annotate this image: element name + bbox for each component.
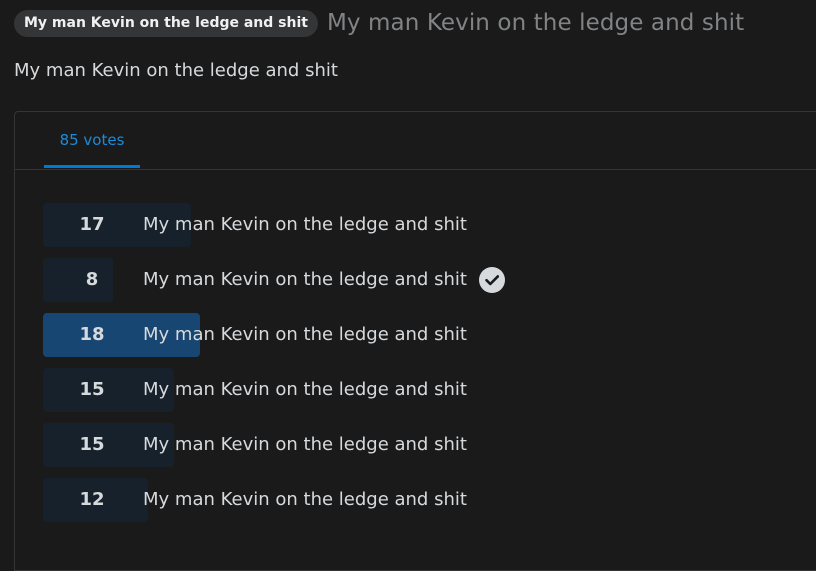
poll-options: 17 My man Kevin on the ledge and shit 8 My … (43, 203, 803, 533)
poll-option: 12 My man Kevin on the ledge and shit (43, 478, 803, 522)
poll-header: 85 votes (15, 112, 816, 170)
poll-option: 18 My man Kevin on the ledge and shit (43, 313, 803, 357)
poll-container: 85 votes 17 My man Kevin on the ledge and… (14, 111, 816, 571)
poll-option: 15 My man Kevin on the ledge and shit (43, 423, 803, 467)
poll-option: 15 My man Kevin on the ledge and shit (43, 368, 803, 412)
poll-option-label: My man Kevin on the ledge and shit (143, 379, 467, 400)
poll-option: 17 My man Kevin on the ledge and shit (43, 203, 803, 247)
poll-option-label: My man Kevin on the ledge and shit (143, 434, 467, 455)
poll-option-vote-count: 15 (79, 379, 105, 400)
poll-option: 8 My man Kevin on the ledge and shit (43, 258, 803, 302)
poll-option-vote-count: 8 (85, 269, 99, 290)
poll-option-vote-count: 12 (79, 489, 105, 510)
checkmark-circle-icon (479, 267, 505, 293)
votes-tab[interactable]: 85 votes (44, 112, 140, 168)
post-title[interactable]: My man Kevin on the ledge and shit (327, 10, 744, 36)
poll-option-label: My man Kevin on the ledge and shit (143, 214, 467, 235)
post-flair[interactable]: My man Kevin on the ledge and shit (14, 9, 318, 37)
poll-option-label: My man Kevin on the ledge and shit (143, 269, 467, 290)
post-body: My man Kevin on the ledge and shit (14, 60, 338, 81)
poll-option-vote-count: 18 (79, 324, 105, 345)
poll-option-label: My man Kevin on the ledge and shit (143, 324, 467, 345)
poll-option-label: My man Kevin on the ledge and shit (143, 489, 467, 510)
poll-option-vote-count: 15 (79, 434, 105, 455)
post-header: My man Kevin on the ledge and shit My ma… (14, 8, 816, 38)
poll-option-vote-count: 17 (79, 214, 105, 235)
